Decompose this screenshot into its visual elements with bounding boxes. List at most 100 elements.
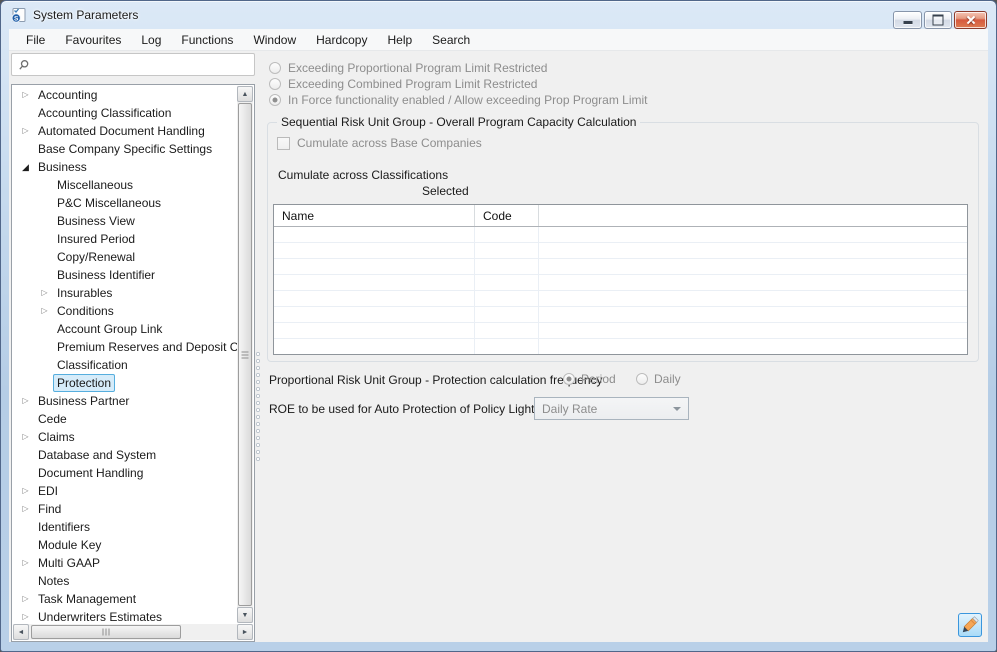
sidebar-item-business-partner[interactable]: ▷ Business Partner: [12, 392, 237, 410]
tree-arrow-icon[interactable]: ▷: [38, 302, 51, 320]
sidebar-item-database-and-system[interactable]: Database and System: [12, 446, 237, 464]
sidebar-item-conditions[interactable]: ▷ Conditions: [12, 302, 237, 320]
classification-table-body: [274, 227, 967, 355]
vertical-scroll-thumb[interactable]: [238, 103, 252, 606]
table-cell: [539, 307, 967, 322]
table-row[interactable]: [274, 275, 967, 291]
sidebar-item-insured-period[interactable]: Insured Period: [12, 230, 237, 248]
sidebar-item-miscellaneous[interactable]: Miscellaneous: [12, 176, 237, 194]
column-header-code[interactable]: Code: [475, 205, 539, 226]
sidebar-item-business[interactable]: ◢ Business: [12, 158, 237, 176]
sidebar-item-p-c-miscellaneous[interactable]: P&C Miscellaneous: [12, 194, 237, 212]
tree-arrow-icon[interactable]: ▷: [19, 392, 32, 410]
tree-arrow-icon[interactable]: ▷: [19, 122, 32, 140]
table-row[interactable]: [274, 339, 967, 355]
menu-search[interactable]: Search: [422, 31, 480, 49]
table-row[interactable]: [274, 227, 967, 243]
radio-daily: [636, 373, 648, 385]
tree-vertical-scrollbar[interactable]: ▲ ▼: [237, 86, 253, 623]
scroll-up-arrow[interactable]: ▲: [237, 86, 253, 102]
table-cell: [475, 243, 539, 258]
tree-item-label: P&C Miscellaneous: [53, 194, 165, 212]
navigation-tree-panel: ▷ Accounting Accounting Classification ▷…: [11, 84, 255, 642]
menu-hardcopy[interactable]: Hardcopy: [306, 31, 377, 49]
tree-arrow-icon[interactable]: ▷: [19, 86, 32, 104]
tree-arrow-icon[interactable]: ▷: [19, 554, 32, 572]
sidebar-item-find[interactable]: ▷ Find: [12, 500, 237, 518]
close-button[interactable]: [954, 11, 987, 29]
radio-in-force: [269, 94, 281, 106]
column-header-spacer: [539, 205, 967, 226]
table-row[interactable]: [274, 243, 967, 259]
table-row[interactable]: [274, 323, 967, 339]
sidebar-item-automated-document-handling[interactable]: ▷ Automated Document Handling: [12, 122, 237, 140]
title-bar[interactable]: S System Parameters: [1, 1, 996, 29]
scroll-right-arrow[interactable]: ►: [237, 624, 253, 640]
sidebar-item-premium-reserves-and-deposit-calculation[interactable]: Premium Reserves and Deposit Calculation: [12, 338, 237, 356]
sidebar-item-classification[interactable]: Classification: [12, 356, 237, 374]
tree-arrow-icon[interactable]: ▷: [19, 608, 32, 624]
sidebar-item-account-group-link[interactable]: Account Group Link: [12, 320, 237, 338]
sidebar-item-business-view[interactable]: Business View: [12, 212, 237, 230]
classification-table[interactable]: Name Code: [273, 204, 968, 355]
tree-arrow-icon[interactable]: ▷: [19, 482, 32, 500]
tree-arrow-icon[interactable]: ▷: [38, 284, 51, 302]
menu-favourites[interactable]: Favourites: [55, 31, 131, 49]
table-cell: [539, 275, 967, 290]
table-cell: [539, 259, 967, 274]
table-row[interactable]: [274, 259, 967, 275]
table-cell: [274, 259, 475, 274]
sidebar-item-module-key[interactable]: Module Key: [12, 536, 237, 554]
tree-item-label: Identifiers: [34, 518, 94, 536]
tree-arrow-icon[interactable]: ▷: [19, 590, 32, 608]
table-cell: [475, 291, 539, 306]
sidebar-item-claims[interactable]: ▷ Claims: [12, 428, 237, 446]
menu-functions[interactable]: Functions: [171, 31, 243, 49]
column-header-name[interactable]: Name: [274, 205, 475, 226]
checkbox-label: Cumulate across Base Companies: [297, 136, 482, 150]
tree-search-box[interactable]: [11, 53, 255, 76]
minimize-button[interactable]: [893, 11, 922, 29]
table-row[interactable]: [274, 307, 967, 323]
sidebar-item-base-company-specific-settings[interactable]: Base Company Specific Settings: [12, 140, 237, 158]
menu-help[interactable]: Help: [377, 31, 422, 49]
sidebar-item-task-management[interactable]: ▷ Task Management: [12, 590, 237, 608]
roe-dropdown-value: Daily Rate: [542, 402, 597, 416]
horizontal-scroll-thumb[interactable]: [31, 625, 181, 639]
panel-splitter-handle[interactable]: [255, 351, 261, 463]
tree-item-label: Multi GAAP: [34, 554, 104, 572]
sidebar-item-multi-gaap[interactable]: ▷ Multi GAAP: [12, 554, 237, 572]
tree-arrow-icon[interactable]: ▷: [19, 500, 32, 518]
tree-arrow-icon[interactable]: ▷: [19, 428, 32, 446]
sidebar-item-document-handling[interactable]: Document Handling: [12, 464, 237, 482]
groupbox-title: Sequential Risk Unit Group - Overall Pro…: [277, 115, 640, 129]
tree-item-label: Conditions: [53, 302, 118, 320]
menu-window[interactable]: Window: [243, 31, 306, 49]
search-input[interactable]: [34, 56, 254, 74]
sidebar-item-copy-renewal[interactable]: Copy/Renewal: [12, 248, 237, 266]
scroll-down-arrow[interactable]: ▼: [237, 607, 253, 623]
edit-button[interactable]: [958, 613, 982, 637]
sidebar-item-accounting[interactable]: ▷ Accounting: [12, 86, 237, 104]
sidebar-item-identifiers[interactable]: Identifiers: [12, 518, 237, 536]
scroll-left-arrow[interactable]: ◄: [13, 624, 29, 640]
sidebar-item-underwriters-estimates[interactable]: ▷ Underwriters Estimates: [12, 608, 237, 624]
sidebar-item-cede[interactable]: Cede: [12, 410, 237, 428]
table-cell: [475, 307, 539, 322]
sidebar-item-protection[interactable]: Protection: [12, 374, 237, 392]
sidebar-item-edi[interactable]: ▷ EDI: [12, 482, 237, 500]
tree-item-label: Protection: [53, 374, 115, 392]
sidebar-item-notes[interactable]: Notes: [12, 572, 237, 590]
tree-horizontal-scrollbar[interactable]: ◄ ►: [13, 624, 253, 640]
table-row[interactable]: [274, 291, 967, 307]
tree-arrow-icon[interactable]: ◢: [19, 158, 32, 176]
menu-file[interactable]: File: [16, 31, 55, 49]
tree-item-label: Business Identifier: [53, 266, 159, 284]
sidebar-item-accounting-classification[interactable]: Accounting Classification: [12, 104, 237, 122]
table-cell: [274, 339, 475, 354]
maximize-button[interactable]: [924, 11, 952, 29]
menu-log[interactable]: Log: [131, 31, 171, 49]
sidebar-item-insurables[interactable]: ▷ Insurables: [12, 284, 237, 302]
sidebar-item-business-identifier[interactable]: Business Identifier: [12, 266, 237, 284]
radio-label: Daily: [654, 372, 681, 386]
